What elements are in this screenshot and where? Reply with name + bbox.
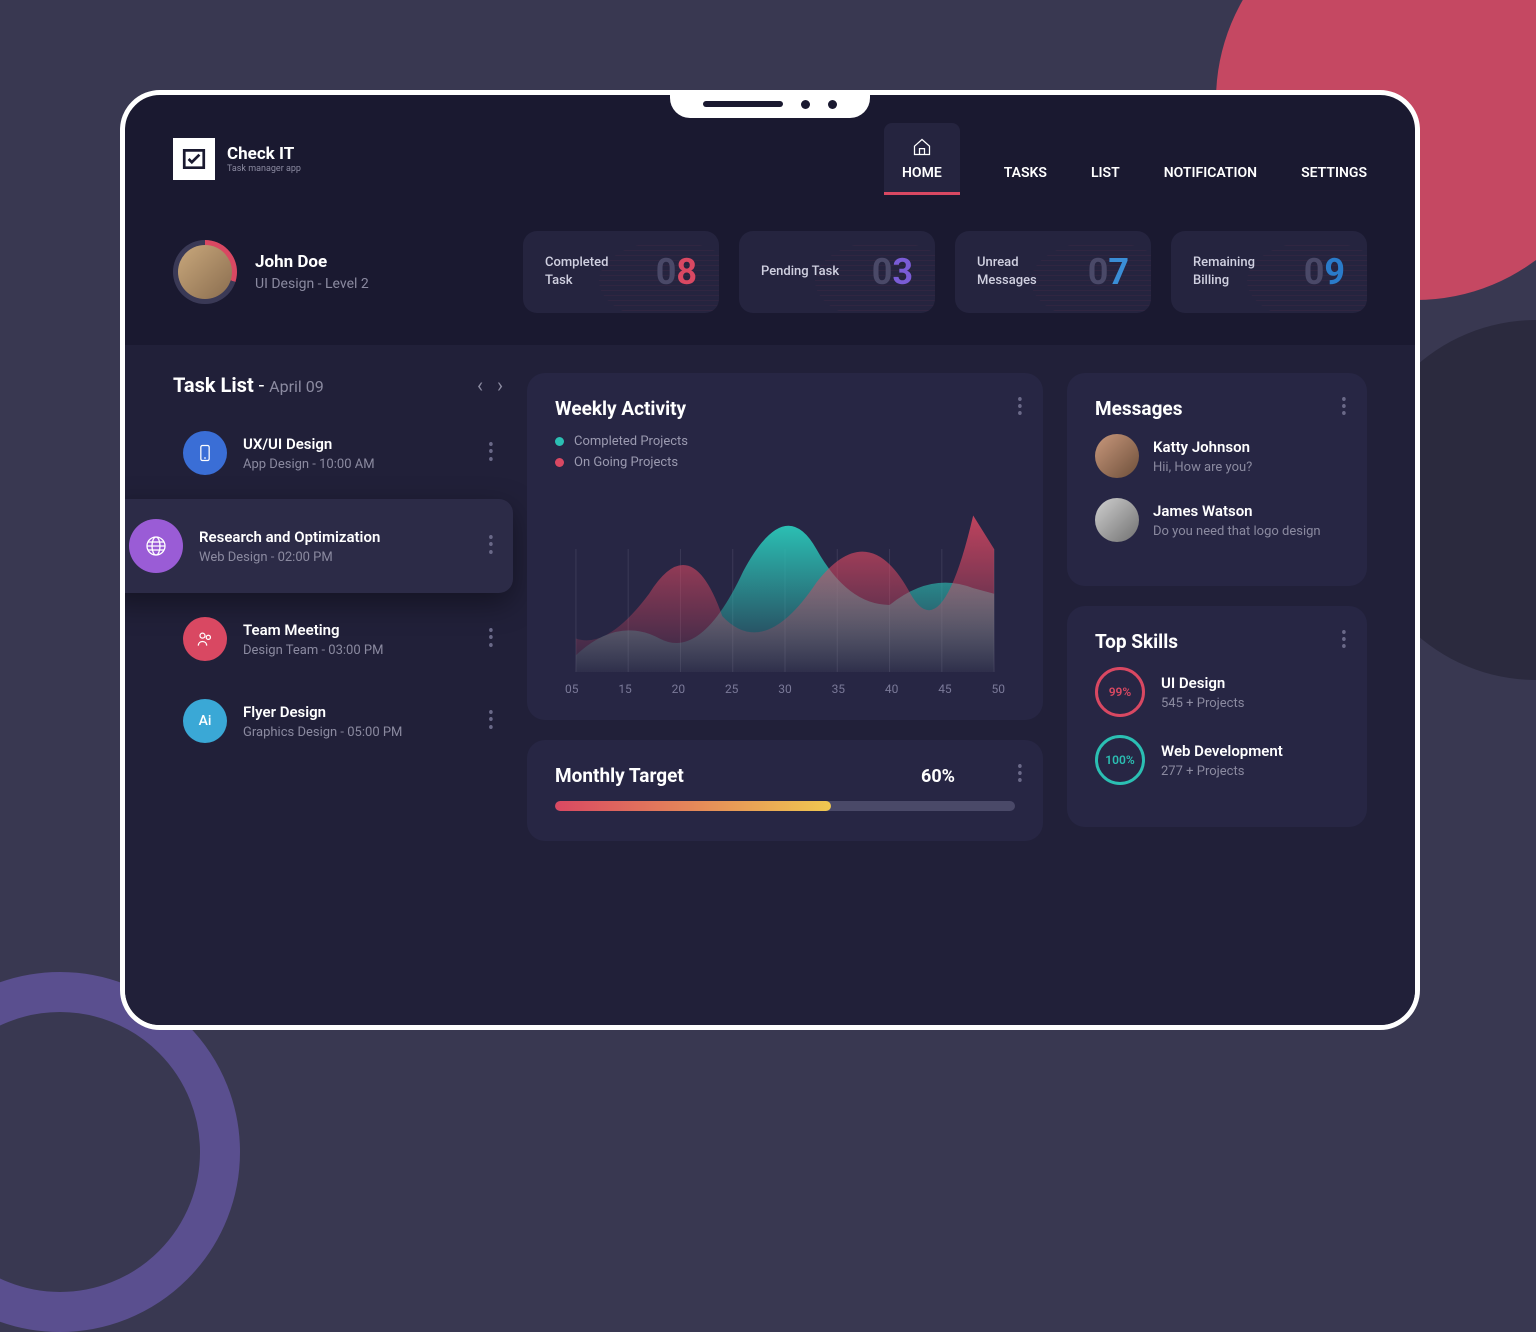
task-item-0[interactable]: UX/UI Design App Design - 10:00 AM ••• — [173, 417, 503, 489]
axis-tick: 15 — [618, 682, 632, 696]
avatar — [1095, 434, 1139, 478]
skill-name: Web Development — [1161, 742, 1283, 760]
avatar — [1095, 498, 1139, 542]
task-name: UX/UI Design — [243, 435, 472, 453]
globe-icon — [129, 519, 183, 573]
task-sub: Web Design - 02:00 PM — [199, 550, 472, 565]
brand-name: Check IT — [227, 144, 301, 164]
nav-home[interactable]: HOME — [884, 123, 960, 195]
device-notch — [670, 90, 870, 118]
axis-tick: 45 — [938, 682, 952, 696]
ai-icon: Ai — [183, 699, 227, 743]
target-progress — [555, 801, 1015, 811]
stat-card-3[interactable]: Remaining Billing 09 — [1171, 231, 1367, 313]
weekly-chart — [555, 482, 1015, 672]
message-text: Hii, How are you? — [1153, 460, 1252, 475]
skills-more-icon[interactable]: ••• — [1341, 630, 1347, 652]
skill-item-1: 100% Web Development 277 + Projects — [1095, 735, 1339, 785]
task-sub: App Design - 10:00 AM — [243, 457, 472, 472]
axis-tick: 30 — [778, 682, 792, 696]
nav-list[interactable]: LIST — [1091, 165, 1120, 195]
axis-tick: 20 — [672, 682, 686, 696]
messages-more-icon[interactable]: ••• — [1341, 397, 1347, 419]
nav-tasks[interactable]: TASKS — [1004, 165, 1047, 195]
axis-tick: 50 — [992, 682, 1006, 696]
stat-card-0[interactable]: Completed Task 08 — [523, 231, 719, 313]
team-icon — [183, 617, 227, 661]
axis-tick: 40 — [885, 682, 899, 696]
logo[interactable]: Check IT Task manager app — [173, 138, 301, 180]
task-name: Team Meeting — [243, 621, 472, 639]
skills-card: ••• Top Skills 99% UI Design 545 + Proje… — [1067, 606, 1367, 827]
weekly-activity-card: ••• Weekly Activity Completed Projects On… — [527, 373, 1043, 720]
stat-cards: Completed Task 08 Pending Task 03 Unread… — [523, 231, 1367, 313]
task-list-panel: Task List - April 09 ‹ › UX/UI Design Ap… — [173, 373, 503, 995]
monthly-target-card: ••• Monthly Target 60% — [527, 740, 1043, 841]
stat-card-1[interactable]: Pending Task 03 — [739, 231, 935, 313]
task-list-title: Task List - April 09 — [173, 373, 324, 397]
message-text: Do you need that logo design — [1153, 524, 1321, 539]
nav-settings[interactable]: SETTINGS — [1301, 165, 1367, 195]
target-title: Monthly Target — [555, 764, 684, 787]
weekly-title: Weekly Activity — [555, 397, 1015, 420]
stat-label: Pending Task — [761, 263, 839, 281]
skill-item-0: 99% UI Design 545 + Projects — [1095, 667, 1339, 717]
profile-row: John Doe UI Design - Level 2 Completed T… — [125, 213, 1415, 345]
task-prev[interactable]: ‹ — [477, 373, 483, 397]
skill-sub: 277 + Projects — [1161, 764, 1283, 779]
message-item-1[interactable]: James Watson Do you need that logo desig… — [1095, 498, 1339, 542]
target-percent: 60% — [921, 766, 955, 787]
brand-tagline: Task manager app — [227, 164, 301, 174]
messages-title: Messages — [1095, 397, 1339, 420]
skills-title: Top Skills — [1095, 630, 1339, 653]
task-more-icon[interactable]: ••• — [488, 442, 493, 464]
task-item-2[interactable]: Team Meeting Design Team - 03:00 PM ••• — [173, 603, 503, 675]
profile[interactable]: John Doe UI Design - Level 2 — [173, 240, 503, 304]
task-item-3[interactable]: Ai Flyer Design Graphics Design - 05:00 … — [173, 685, 503, 757]
target-more-icon[interactable]: ••• — [1017, 764, 1023, 786]
phone-icon — [183, 431, 227, 475]
stat-card-2[interactable]: Unread Messages 07 — [955, 231, 1151, 313]
skill-ring: 99% — [1095, 667, 1145, 717]
profile-role: UI Design - Level 2 — [255, 276, 369, 292]
legend-item: On Going Projects — [555, 455, 1015, 470]
stat-label: Unread Messages — [977, 254, 1057, 290]
main-content: Task List - April 09 ‹ › UX/UI Design Ap… — [125, 345, 1415, 1030]
legend-item: Completed Projects — [555, 434, 1015, 449]
weekly-more-icon[interactable]: ••• — [1017, 397, 1023, 419]
task-next[interactable]: › — [497, 373, 503, 397]
task-name: Flyer Design — [243, 703, 472, 721]
task-more-icon[interactable]: ••• — [488, 628, 493, 650]
profile-name: John Doe — [255, 252, 369, 272]
message-name: James Watson — [1153, 502, 1321, 520]
stat-label: Remaining Billing — [1193, 254, 1273, 290]
stat-label: Completed Task — [545, 254, 625, 290]
task-more-icon[interactable]: ••• — [488, 535, 493, 557]
axis-tick: 05 — [565, 682, 579, 696]
skill-ring: 100% — [1095, 735, 1145, 785]
messages-card: ••• Messages Katty Johnson Hii, How are … — [1067, 373, 1367, 586]
axis-tick: 35 — [832, 682, 846, 696]
chart-x-axis: 05 15 20 25 30 35 40 45 50 — [555, 682, 1015, 696]
task-more-icon[interactable]: ••• — [488, 710, 493, 732]
task-sub: Graphics Design - 05:00 PM — [243, 725, 472, 740]
avatar-progress-ring — [173, 240, 237, 304]
axis-tick: 25 — [725, 682, 739, 696]
logo-check-icon — [173, 138, 215, 180]
device-frame: Check IT Task manager app HOME TASKS LIS… — [120, 90, 1420, 1030]
avatar — [178, 245, 232, 299]
task-sub: Design Team - 03:00 PM — [243, 643, 472, 658]
message-item-0[interactable]: Katty Johnson Hii, How are you? — [1095, 434, 1339, 478]
nav-notification[interactable]: NOTIFICATION — [1164, 165, 1257, 195]
top-nav: HOME TASKS LIST NOTIFICATION SETTINGS — [884, 123, 1367, 195]
message-name: Katty Johnson — [1153, 438, 1252, 456]
task-name: Research and Optimization — [199, 528, 472, 546]
skill-name: UI Design — [1161, 674, 1244, 692]
home-icon — [912, 137, 932, 157]
task-item-1[interactable]: Research and Optimization Web Design - 0… — [120, 499, 513, 593]
skill-sub: 545 + Projects — [1161, 696, 1244, 711]
